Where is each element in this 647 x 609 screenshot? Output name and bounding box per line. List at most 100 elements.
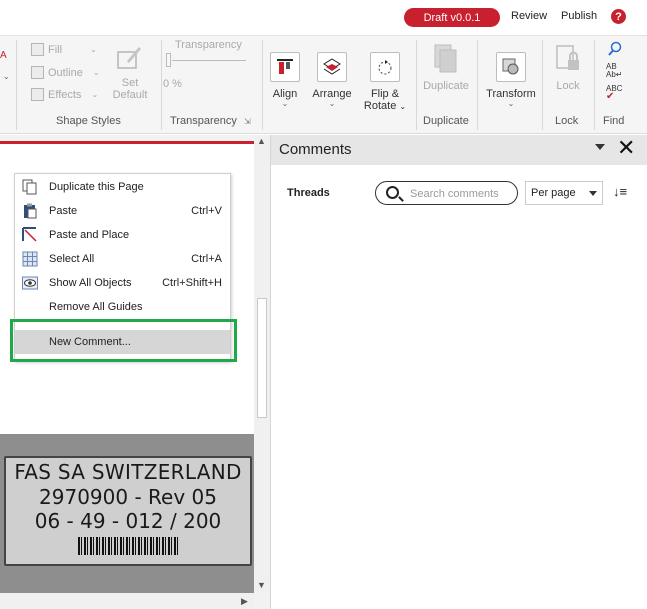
effects-button[interactable]: Effects ⌄ (31, 88, 98, 101)
align-caret-icon: ⌄ (281, 99, 289, 108)
horizontal-scrollbar[interactable] (0, 593, 254, 609)
effects-label: Effects (48, 88, 82, 101)
outline-icon (31, 66, 44, 79)
menu-item-label: Paste (49, 205, 78, 217)
help-icon[interactable]: ? (611, 9, 626, 24)
menu-item-label: Paste and Place (49, 229, 130, 241)
replace-icon[interactable]: AB Ab↵ (606, 63, 623, 79)
pen-icon (115, 42, 145, 72)
flip-rotate-button[interactable]: Flip & Rotate ⌄ (361, 52, 409, 112)
lock-group-label: Lock (555, 115, 579, 127)
find-group-label: Find (603, 115, 625, 127)
ribbon-separator (416, 40, 417, 130)
comments-panel-title: Comments (279, 141, 352, 158)
paste-place-icon (22, 227, 38, 243)
duplicate-label: Duplicate (423, 80, 469, 92)
transparency-slider[interactable] (166, 53, 246, 67)
fill-button[interactable]: Fill ⌄ (31, 43, 97, 56)
comments-panel: Comments ✕ Threads Per page ↓≡ (270, 135, 647, 609)
per-page-label: Per page (531, 187, 576, 199)
transparency-label: Transparency (175, 39, 242, 51)
slider-thumb[interactable] (166, 53, 171, 67)
label-line-company: FAS SA SWITZERLAND (14, 460, 242, 484)
lock-icon (553, 42, 583, 76)
transform-button[interactable]: Transform ⌄ (484, 52, 538, 108)
set-default-label-1: Set (121, 77, 139, 89)
fill-label: Fill (48, 43, 63, 56)
menu-item-label: Duplicate this Page (49, 181, 144, 193)
top-bar: Draft v0.0.1 Review Publish ? (0, 0, 647, 36)
threads-label: Threads (287, 187, 330, 199)
scroll-up-arrow-icon[interactable]: ▲ (257, 136, 266, 146)
align-icon (270, 52, 300, 82)
lock-label: Lock (556, 80, 580, 92)
menu-item-show-all-objects[interactable]: Show All Objects Ctrl+Shift+H (15, 271, 230, 295)
menu-item-shortcut: Ctrl+V (191, 205, 222, 217)
outline-button[interactable]: Outline ⌄ (31, 66, 100, 79)
ribbon-separator (161, 40, 162, 130)
product-label-image[interactable]: FAS SA SWITZERLAND 2970900 - Rev 05 06 -… (4, 456, 252, 566)
transform-caret-icon: ⌄ (507, 99, 515, 108)
ribbon-separator (542, 40, 543, 130)
scroll-down-arrow-icon[interactable]: ▼ (257, 580, 266, 590)
barcode-graphic (78, 537, 178, 555)
review-link[interactable]: Review (511, 10, 547, 22)
flip-rotate-label-2-row: Rotate ⌄ (364, 100, 406, 112)
publish-link[interactable]: Publish (561, 10, 597, 22)
panel-menu-caret-icon[interactable] (595, 144, 605, 150)
dialog-launcher-icon[interactable]: ⇲ (244, 117, 251, 126)
lock-button[interactable]: Lock (548, 42, 588, 92)
scroll-right-arrow-icon[interactable]: ▶ (241, 596, 248, 607)
menu-item-label: Remove All Guides (49, 301, 143, 313)
set-default-button[interactable]: Set Default (108, 42, 152, 101)
flip-rotate-caret-icon: ⌄ (399, 102, 407, 111)
menu-item-remove-all-guides[interactable]: Remove All Guides (15, 295, 230, 319)
arrange-icon (317, 52, 347, 82)
effects-icon (31, 88, 44, 101)
search-field[interactable] (375, 181, 518, 205)
paste-icon (22, 203, 38, 219)
transparency-group-label: Transparency (170, 115, 237, 127)
new-comment-highlight-frame (10, 319, 237, 362)
ribbon-separator (16, 40, 17, 130)
fill-icon (31, 43, 44, 56)
search-input[interactable] (410, 186, 514, 201)
find-search-icon[interactable] (607, 41, 623, 60)
select-all-icon (22, 251, 38, 267)
comments-panel-header: Comments ✕ (271, 135, 647, 165)
search-icon (386, 186, 399, 199)
menu-item-select-all[interactable]: Select All Ctrl+A (15, 247, 230, 271)
transparency-value: 0 % (163, 78, 182, 90)
duplicate-icon (431, 42, 461, 76)
arrange-button[interactable]: Arrange ⌄ (310, 52, 354, 108)
ribbon-separator (477, 40, 478, 130)
align-button[interactable]: Align ⌄ (268, 52, 302, 108)
fill-caret-icon: ⌄ (90, 45, 97, 54)
close-icon[interactable]: ✕ (617, 137, 635, 159)
per-page-select[interactable]: Per page (525, 181, 603, 205)
flip-rotate-label-2: Rotate (363, 100, 397, 112)
sort-icon[interactable]: ↓≡ (613, 184, 627, 199)
set-default-label-2: Default (112, 89, 148, 101)
chevron-down-icon (589, 191, 597, 196)
spellcheck-icon[interactable]: ABC ✔ (606, 85, 622, 102)
label-line-lot: 06 - 49 - 012 / 200 (34, 509, 222, 533)
outline-caret-icon: ⌄ (92, 68, 100, 77)
label-line-part: 2970900 - Rev 05 (39, 485, 217, 509)
ribbon-toolbar: A ⌄ Fill ⌄ Outline ⌄ Effects ⌄ Set Defau… (0, 36, 647, 134)
transform-icon (496, 52, 526, 82)
arrange-caret-icon: ⌄ (328, 99, 336, 108)
version-badge[interactable]: Draft v0.0.1 (404, 8, 500, 27)
menu-item-label: Select All (49, 253, 95, 265)
menu-item-duplicate-page[interactable]: Duplicate this Page (15, 175, 230, 199)
duplicate-page-icon (22, 179, 38, 195)
duplicate-group-label: Duplicate (423, 115, 469, 127)
outline-label: Outline (48, 66, 83, 79)
effects-caret-icon: ⌄ (91, 90, 99, 99)
duplicate-button[interactable]: Duplicate (420, 42, 472, 92)
eye-icon (22, 275, 38, 291)
menu-item-paste[interactable]: Paste Ctrl+V (15, 199, 230, 223)
ribbon-separator (594, 40, 595, 130)
menu-item-paste-and-place[interactable]: Paste and Place (15, 223, 230, 247)
vertical-scroll-thumb[interactable] (257, 298, 267, 418)
